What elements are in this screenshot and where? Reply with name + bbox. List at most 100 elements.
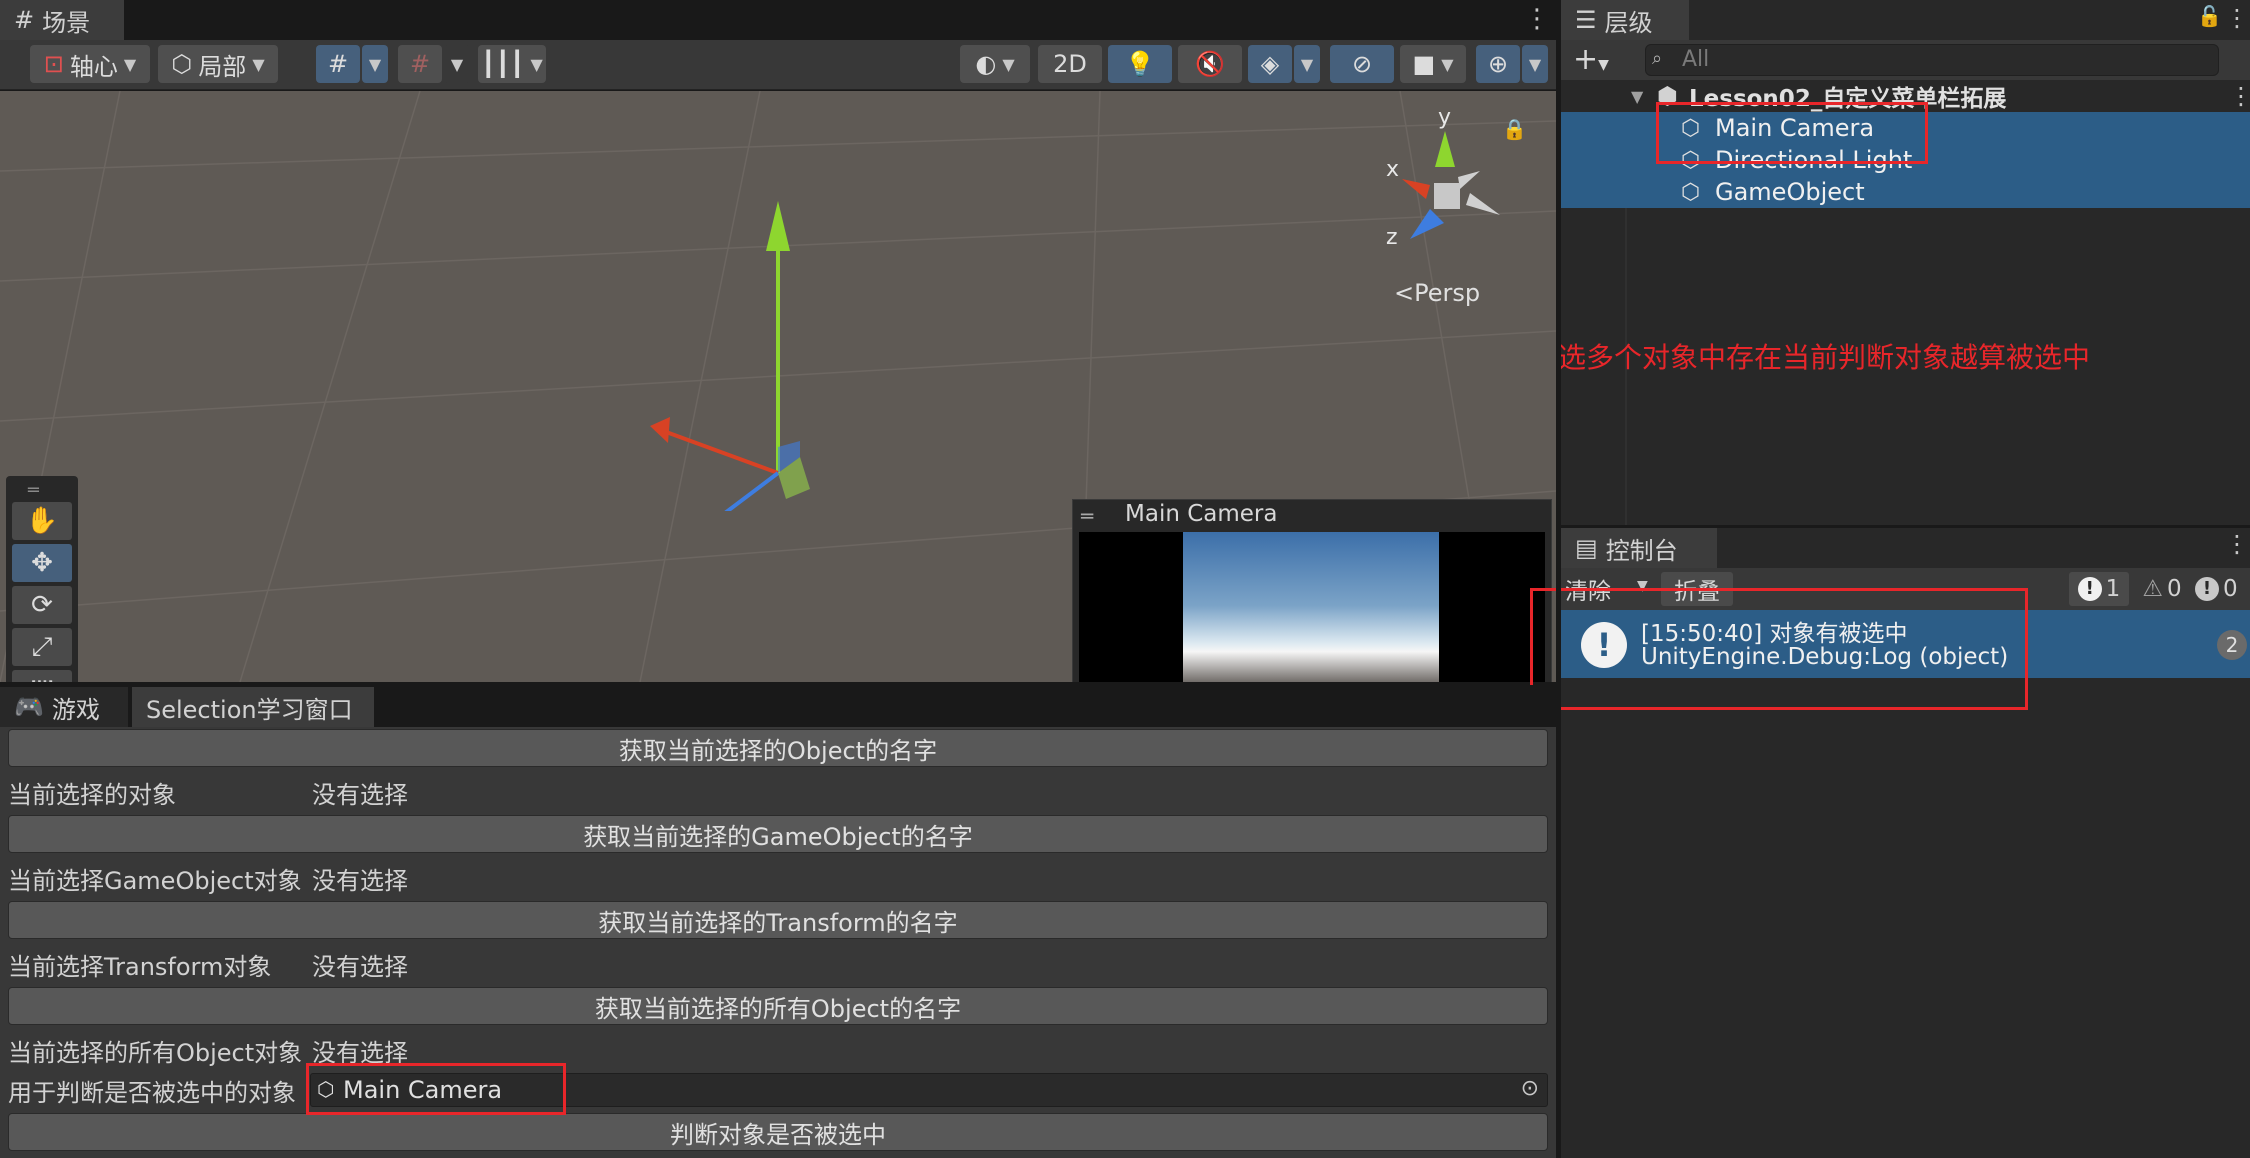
pivot-dropdown[interactable]: ⊡ 轴心 ▼ <box>30 45 150 83</box>
camera-dropdown[interactable]: ■ ▼ <box>1400 45 1466 83</box>
increment-snap-button[interactable]: # <box>398 45 442 83</box>
warning-count: 0 <box>2166 576 2182 602</box>
console-icon: ▤ <box>1575 534 1598 562</box>
error-icon: ! <box>2195 577 2219 601</box>
get-all-objects-name-button[interactable]: 获取当前选择的所有Object的名字 <box>8 987 1548 1025</box>
rotate-tool-button[interactable]: ⟳ <box>12 586 72 624</box>
selection-window: 获取当前选择的Object的名字 当前选择的对象 没有选择 获取当前选择的Gam… <box>0 727 1556 1158</box>
ruler-icon: ┃┃┃ <box>481 50 525 78</box>
drag-handle-icon[interactable]: ═ <box>28 480 39 501</box>
highlight-box-main-camera <box>1656 102 1928 164</box>
tab-selection-label: Selection学习窗口 <box>146 695 353 724</box>
warning-filter-toggle[interactable]: ⚠ 0 <box>2133 572 2191 606</box>
scene-menu-icon[interactable]: ⋮ <box>2229 82 2250 110</box>
audio-toggle-button[interactable]: 🔇 <box>1178 45 1242 83</box>
scene-view[interactable]: y x z 🔒 <Persp ═ ✋ ✥ ⟳ ⤢ ⬚ ⊕ ═ Main Came… <box>0 91 1556 682</box>
tab-console[interactable]: ▤ 控制台 <box>1561 528 1717 568</box>
lightbulb-icon: 💡 <box>1125 50 1155 78</box>
chevron-down-icon: ▼ <box>1002 54 1015 74</box>
grid-snap-button[interactable]: # <box>316 45 360 83</box>
get-gameobject-name-button[interactable]: 获取当前选择的GameObject的名字 <box>8 815 1548 853</box>
tab-console-label: 控制台 <box>1605 536 1678 565</box>
add-dropdown[interactable]: +▼ <box>1573 42 1609 77</box>
camera-preview: ═ Main Camera <box>1072 499 1552 682</box>
scene-menu-icon[interactable]: ⋮ <box>1524 4 1550 34</box>
effects-dropdown[interactable]: ▼ <box>1294 45 1320 83</box>
highlight-box-object-field <box>306 1063 566 1115</box>
error-count: 0 <box>2223 576 2238 602</box>
object-picker-icon[interactable]: ⊙ <box>1521 1076 1539 1101</box>
hand-tool-button[interactable]: ✋ <box>12 502 72 540</box>
field-value: 没有选择 <box>312 953 408 981</box>
scale-tool-button[interactable]: ⤢ <box>12 628 72 666</box>
list-icon: ☰ <box>1575 6 1597 34</box>
ruler-dropdown[interactable]: ┃┃┃ ▼ <box>478 45 546 83</box>
expand-arrow-icon[interactable]: ▼ <box>1631 87 1643 106</box>
layers-icon: ◈ <box>1260 50 1280 78</box>
tab-game-label: 游戏 <box>51 695 100 724</box>
move-gizmo[interactable] <box>620 191 920 511</box>
lighting-toggle-button[interactable]: 💡 <box>1108 45 1172 83</box>
shading-mode-dropdown[interactable]: ◐ ▼ <box>960 45 1030 83</box>
move-tool-button[interactable]: ✥ <box>12 544 72 582</box>
error-filter-toggle[interactable]: ! 0 <box>2195 572 2250 606</box>
button-label: 获取当前选择的GameObject的名字 <box>583 822 973 851</box>
rotate-icon: ⟳ <box>31 590 53 620</box>
chevron-down-icon: ▼ <box>368 54 382 74</box>
tab-game[interactable]: 🎮 游戏 <box>0 687 128 727</box>
orientation-gizmo[interactable] <box>1390 127 1520 257</box>
hierarchy-menu-icon[interactable]: ⋮ <box>2225 4 2249 32</box>
mute-icon: 🔇 <box>1195 50 1225 78</box>
hierarchy-toolbar: +▼ ⌕ All <box>1561 40 2250 80</box>
log-count-badge: 2 <box>2217 630 2247 660</box>
tool-palette: ═ ✋ ✥ ⟳ ⤢ ⬚ ⊕ <box>6 476 78 682</box>
chevron-down-icon: ▼ <box>1300 54 1314 74</box>
2d-label: 2D <box>1053 50 1087 78</box>
bottom-tabbar: 🎮 游戏 Selection学习窗口 <box>0 685 1556 729</box>
button-label: 获取当前选择的所有Object的名字 <box>594 994 962 1023</box>
move-arrows-icon: ✥ <box>31 548 53 578</box>
console-menu-icon[interactable]: ⋮ <box>2225 530 2249 558</box>
tab-hierarchy[interactable]: ☰ 层级 <box>1561 0 1689 40</box>
gizmos-dropdown[interactable]: ▼ <box>1522 45 1548 83</box>
tab-scene[interactable]: # 场景 <box>0 0 124 40</box>
grid-snap-dropdown[interactable]: ▼ <box>362 45 388 83</box>
grid-icon: # <box>14 6 35 34</box>
shading-sphere-icon: ◐ <box>975 50 997 78</box>
field-label: 当前选择的对象 <box>8 781 176 809</box>
info-filter-toggle[interactable]: ! 1 <box>2069 572 2129 606</box>
get-object-name-button[interactable]: 获取当前选择的Object的名字 <box>8 729 1548 767</box>
vertical-divider <box>1556 0 1561 1158</box>
local-dropdown[interactable]: ⬡ 局部 ▼ <box>158 45 278 83</box>
info-count: 1 <box>2105 576 2121 602</box>
lock-icon[interactable]: 🔒 <box>1502 117 1527 141</box>
gameobject-cube-icon: ⬡ <box>1681 179 1701 205</box>
get-transform-name-button[interactable]: 获取当前选择的Transform的名字 <box>8 901 1548 939</box>
increment-snap-dropdown[interactable]: ▼ <box>444 45 470 83</box>
2d-toggle-button[interactable]: 2D <box>1038 45 1102 83</box>
annotation-text: 选多个对象中存在当前判断对象越算被选中 <box>1558 341 2091 374</box>
camera-preview-sky <box>1183 532 1439 682</box>
check-selected-button[interactable]: 判断对象是否被选中 <box>8 1113 1548 1151</box>
projection-toggle[interactable]: <Persp <box>1394 279 1480 307</box>
gizmos-toggle-button[interactable]: ⊕ <box>1476 45 1520 83</box>
object-field-label: 用于判断是否被选中的对象 <box>8 1079 296 1107</box>
chevron-down-icon: ▼ <box>1528 54 1542 74</box>
search-input[interactable]: ⌕ All <box>1645 44 2219 76</box>
chevron-left-icon: < <box>1394 279 1415 307</box>
hierarchy-item[interactable]: ⬡ GameObject <box>1561 176 2250 208</box>
field-label: 当前选择Transform对象 <box>8 953 272 981</box>
lock-icon[interactable]: 🔓 <box>2197 4 2222 28</box>
pivot-label: 轴心 <box>69 52 118 81</box>
camera-icon: ■ <box>1412 50 1436 78</box>
tab-scene-label: 场景 <box>42 8 91 37</box>
button-label: 获取当前选择的Transform的名字 <box>598 908 958 937</box>
button-label: 判断对象是否被选中 <box>670 1120 886 1149</box>
chevron-down-icon: ▼ <box>123 54 137 74</box>
gamepad-icon: 🎮 <box>14 693 44 721</box>
effects-toggle-button[interactable]: ◈ <box>1248 45 1292 83</box>
rect-tool-button[interactable]: ⬚ <box>12 670 72 682</box>
tab-selection-window[interactable]: Selection学习窗口 <box>132 687 374 727</box>
visibility-toggle-button[interactable]: ⊘ <box>1330 45 1394 83</box>
drag-handle-icon[interactable]: ═ <box>1081 504 1093 528</box>
